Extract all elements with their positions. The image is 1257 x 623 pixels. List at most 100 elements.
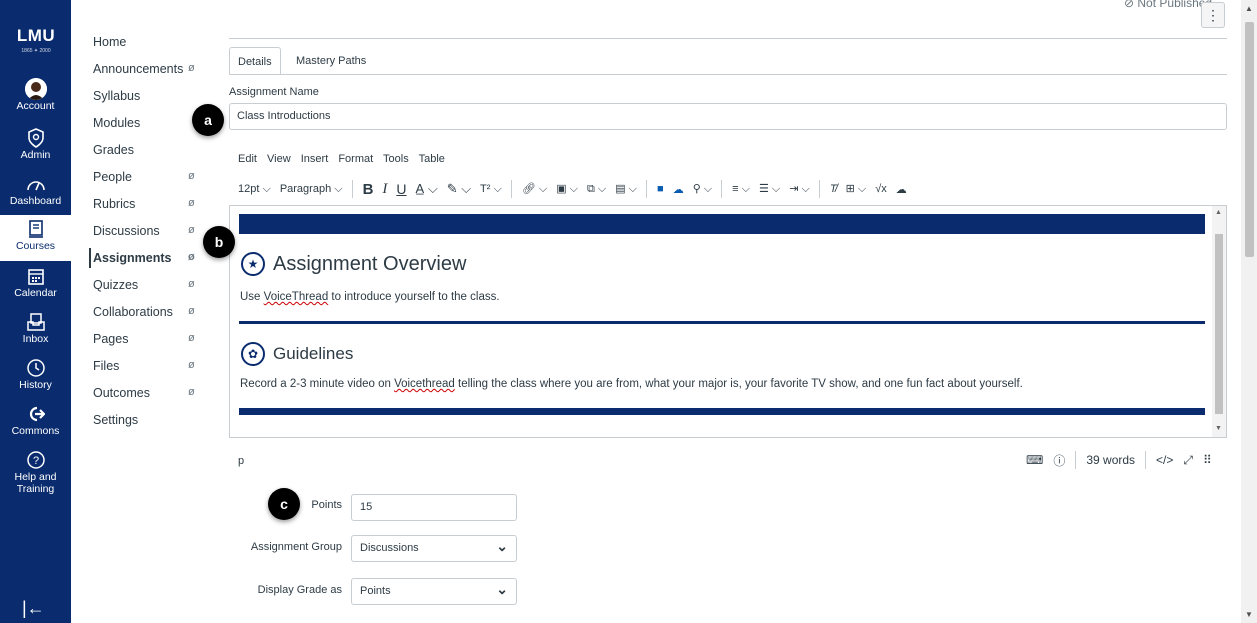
course-nav-grades[interactable]: Grades [93, 136, 213, 163]
math-icon[interactable]: √x [875, 183, 887, 195]
course-nav-quizzes[interactable]: Quizzes ø [93, 271, 213, 298]
html-editor-toggle[interactable]: </> [1156, 453, 1173, 467]
course-nav-label: Settings [93, 412, 139, 427]
course-nav-home[interactable]: Home [93, 28, 213, 55]
document-icon[interactable]: ▤ ⌵ [615, 182, 637, 196]
star-icon: ★ [241, 252, 265, 276]
footer-divider [239, 408, 1205, 415]
plugin-icon[interactable]: ⚲ ⌵ [693, 182, 712, 196]
course-nav-pages[interactable]: Pages ø [93, 325, 213, 352]
bold-icon[interactable]: B [363, 181, 374, 198]
menu-view[interactable]: View [267, 153, 291, 165]
lmu-logo[interactable]: LMU 1865 ✦ 2000 [6, 10, 66, 70]
assignment-name-input[interactable]: Class Introductions [229, 103, 1227, 130]
assignment-group-select[interactable]: Discussions [351, 535, 517, 562]
header-divider [229, 38, 1227, 39]
scroll-down-icon[interactable]: ▼ [1245, 610, 1253, 619]
status-separator [1145, 451, 1147, 469]
heading-text: Assignment Overview [273, 252, 467, 275]
editor-scrollbar[interactable]: ▲ ▼ [1212, 206, 1226, 437]
course-nav-outcomes[interactable]: Outcomes ø [93, 379, 213, 406]
font-size-select[interactable]: 12pt ⌵ [238, 183, 271, 196]
resize-handle-icon[interactable]: ⠿ [1203, 453, 1212, 467]
para-text: telling the class where you are from, wh… [454, 378, 1023, 390]
display-grade-select[interactable]: Points [351, 578, 517, 605]
toolbar-separator [721, 180, 723, 198]
underline-icon[interactable]: U [396, 181, 406, 197]
course-nav-files[interactable]: Files ø [93, 352, 213, 379]
link-icon[interactable]: 🔗︎ ⌵ [522, 182, 547, 196]
course-nav-discussions[interactable]: Discussions ø [93, 217, 213, 244]
superscript-icon[interactable]: T² ⌵ [480, 183, 502, 196]
accessibility-icon[interactable]: ⓘ [1053, 452, 1065, 469]
image-icon[interactable]: ▣ ⌵ [556, 182, 578, 196]
table-icon[interactable]: ⊞ ⌵ [846, 182, 867, 196]
points-input[interactable]: 15 [351, 494, 517, 521]
clear-formatting-icon[interactable]: T̸ [830, 183, 837, 195]
nav-admin[interactable]: Admin [0, 128, 71, 161]
nav-history[interactable]: History [0, 358, 71, 391]
shield-icon [26, 128, 46, 148]
course-nav-rubrics[interactable]: Rubrics ø [93, 190, 213, 217]
nav-commons[interactable]: Commons [0, 404, 71, 437]
hidden-eye-icon: ø [188, 332, 195, 344]
course-nav-assignments[interactable]: Assignments ø [89, 244, 213, 271]
scroll-up-icon[interactable]: ▲ [1245, 4, 1253, 13]
nav-inbox[interactable]: Inbox [0, 312, 71, 345]
editor-toolbar: 12pt ⌵ Paragraph ⌵ B I U A̲ ⌵ ✎ ⌵ T² ⌵ 🔗… [238, 178, 1228, 200]
course-nav-announcements[interactable]: Announcements ø [93, 55, 213, 82]
scroll-up-icon[interactable]: ▲ [1215, 209, 1222, 216]
user-avatar-icon [24, 78, 47, 100]
options-button[interactable]: ⋮ [1201, 2, 1225, 28]
course-nav-settings[interactable]: Settings [93, 406, 213, 433]
italic-icon[interactable]: I [382, 181, 387, 198]
nav-account[interactable]: Account [0, 78, 71, 112]
element-path: p [238, 455, 245, 467]
scrollbar-thumb[interactable] [1245, 22, 1254, 257]
paragraph-guidelines: Record a 2-3 minute video on Voicethread… [240, 378, 1023, 390]
cloud-icon[interactable]: ☁ [673, 183, 684, 196]
callout-badge-a: a [192, 104, 224, 136]
nav-calendar[interactable]: Calendar [0, 266, 71, 299]
block-format-select[interactable]: Paragraph ⌵ [280, 183, 343, 196]
section-divider [239, 321, 1205, 324]
course-nav-syllabus[interactable]: Syllabus [93, 82, 213, 109]
course-nav-collaborations[interactable]: Collaborations ø [93, 298, 213, 325]
menu-tools[interactable]: Tools [383, 153, 409, 165]
menu-table[interactable]: Table [419, 153, 445, 165]
highlight-icon[interactable]: ✎ ⌵ [447, 181, 471, 197]
nav-commons-label: Commons [11, 425, 60, 437]
nav-dashboard[interactable]: Dashboard [0, 174, 71, 207]
points-label: Points [311, 499, 342, 511]
publish-status[interactable]: ⊘ Not Published [1124, 0, 1212, 10]
keyboard-icon[interactable]: ⌨ [1026, 453, 1043, 467]
tab-details[interactable]: Details [229, 47, 281, 75]
bullet-list-icon[interactable]: ☰ ⌵ [759, 182, 780, 196]
align-icon[interactable]: ≡ ⌵ [732, 183, 750, 196]
app-square-icon[interactable]: ■ [657, 183, 664, 195]
svg-text:?: ? [32, 455, 38, 467]
collapse-nav-icon[interactable]: |← [22, 598, 45, 619]
text-color-icon[interactable]: A̲ ⌵ [416, 181, 438, 197]
indent-icon[interactable]: ⇥ ⌵ [789, 182, 810, 196]
tab-mastery-paths[interactable]: Mastery Paths [288, 47, 374, 75]
rich-content-editor[interactable]: ★ Assignment Overview Use VoiceThread to… [229, 205, 1227, 438]
menu-format[interactable]: Format [338, 153, 373, 165]
menu-insert[interactable]: Insert [301, 153, 329, 165]
hidden-eye-icon: ø [188, 386, 195, 398]
tab-divider [229, 74, 1227, 75]
word-count[interactable]: 39 words [1086, 453, 1135, 467]
course-nav-people[interactable]: People ø [93, 163, 213, 190]
menu-edit[interactable]: Edit [238, 153, 257, 165]
fullscreen-icon[interactable]: ⤢ [1183, 453, 1193, 468]
nav-help[interactable]: ? Help and Training [0, 450, 71, 495]
para-text: Record a 2-3 minute video on [240, 378, 395, 390]
header-banner [239, 214, 1205, 234]
media-icon[interactable]: ⧉ ⌵ [587, 183, 606, 196]
scroll-down-icon[interactable]: ▼ [1215, 425, 1222, 432]
page-scrollbar[interactable]: ▲ ▼ [1241, 0, 1257, 623]
nav-courses[interactable]: Courses [0, 215, 71, 261]
scrollbar-thumb[interactable] [1215, 234, 1223, 414]
cloud-embed-icon[interactable]: ☁ [896, 183, 907, 196]
logo-text: LMU [16, 26, 56, 45]
